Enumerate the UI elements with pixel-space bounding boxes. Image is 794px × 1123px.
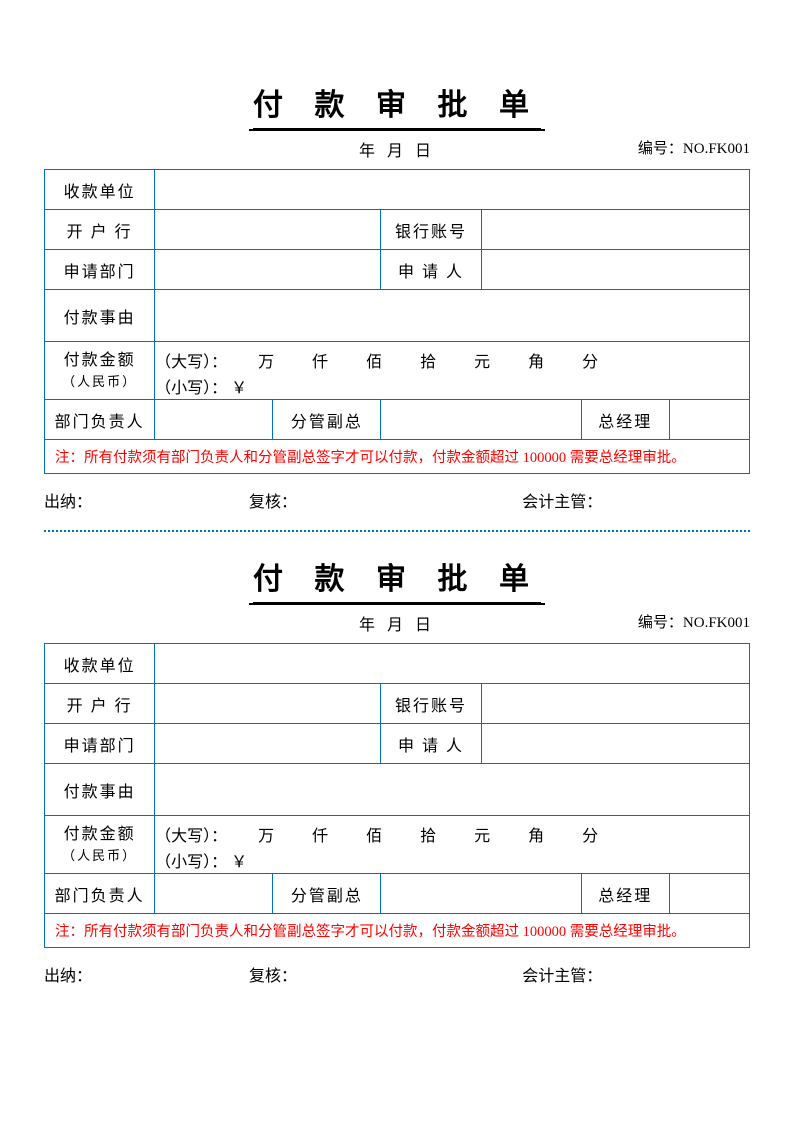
reason-label: 付款事由	[45, 764, 155, 816]
bank-field[interactable]	[155, 210, 381, 250]
unit-shi: 拾	[401, 822, 455, 846]
unit-shi: 拾	[401, 348, 455, 372]
unit-qian: 仟	[293, 348, 347, 372]
unit-fen: 分	[563, 822, 617, 846]
reason-field[interactable]	[155, 764, 750, 816]
applicant-field[interactable]	[481, 250, 749, 290]
payee-field[interactable]	[155, 170, 750, 210]
payee-field[interactable]	[155, 644, 750, 684]
serial-label: 编号：	[638, 141, 683, 157]
reviewer-label: 复核：	[249, 488, 522, 512]
unit-qian: 仟	[293, 822, 347, 846]
amount-upper-prefix: （大写）：	[155, 822, 239, 846]
amount-label-sub: （人民币）	[62, 847, 137, 865]
footer-row: 出纳： 复核： 会计主管：	[44, 962, 750, 986]
unit-bai: 佰	[347, 822, 401, 846]
reviewer-label: 复核：	[249, 962, 522, 986]
approver1-field[interactable]	[155, 874, 273, 914]
serial-number: 编号：NO.FK001	[638, 137, 750, 158]
supervisor-label: 会计主管：	[522, 488, 750, 512]
unit-yuan: 元	[455, 822, 509, 846]
approver2-label: 分管副总	[273, 400, 381, 440]
approver2-field[interactable]	[381, 400, 581, 440]
unit-jiao: 角	[509, 348, 563, 372]
bank-acct-label: 银行账号	[381, 210, 481, 250]
bank-label: 开 户 行	[45, 684, 155, 724]
bank-label: 开 户 行	[45, 210, 155, 250]
approver2-field[interactable]	[381, 874, 581, 914]
unit-wan: 万	[239, 348, 293, 372]
serial-value: NO.FK001	[683, 615, 750, 631]
applicant-label: 申 请 人	[381, 724, 481, 764]
approver3-field[interactable]	[669, 874, 749, 914]
cashier-label: 出纳：	[44, 962, 249, 986]
approver3-label: 总经理	[581, 874, 669, 914]
payee-label: 收款单位	[45, 644, 155, 684]
bank-field[interactable]	[155, 684, 381, 724]
approver1-label: 部门负责人	[45, 400, 155, 440]
amount-lower-prefix: （小写）： ￥	[155, 374, 247, 398]
payment-approval-slip: 付 款 审 批 单 年 月 日 编号：NO.FK001 收款单位	[44, 80, 750, 512]
amount-label-sub: （人民币）	[62, 373, 137, 391]
note-text: 注：所有付款须有部门负责人和分管副总签字才可以付款，付款金额超过 100000 …	[45, 914, 750, 948]
payee-label: 收款单位	[45, 170, 155, 210]
dept-field[interactable]	[155, 250, 381, 290]
amount-lower-prefix: （小写）： ￥	[155, 848, 247, 872]
applicant-label: 申 请 人	[381, 250, 481, 290]
approver1-label: 部门负责人	[45, 874, 155, 914]
approver1-field[interactable]	[155, 400, 273, 440]
approver3-label: 总经理	[581, 400, 669, 440]
approver3-field[interactable]	[669, 400, 749, 440]
unit-yuan: 元	[455, 348, 509, 372]
reason-label: 付款事由	[45, 290, 155, 342]
amount-field[interactable]: （大写）： 万 仟 佰 拾 元 角 分 （小写）： ￥	[155, 816, 750, 874]
dept-field[interactable]	[155, 724, 381, 764]
bank-acct-field[interactable]	[481, 210, 749, 250]
form-title: 付 款 审 批 单	[249, 554, 545, 605]
reason-field[interactable]	[155, 290, 750, 342]
serial-value: NO.FK001	[683, 141, 750, 157]
form-title: 付 款 审 批 单	[249, 80, 545, 131]
amount-upper-prefix: （大写）：	[155, 348, 239, 372]
serial-number: 编号：NO.FK001	[638, 611, 750, 632]
form-table: 收款单位 开 户 行 银行账号 申请部门 申 请 人 付款事由	[44, 169, 750, 474]
footer-row: 出纳： 复核： 会计主管：	[44, 488, 750, 512]
tear-line	[44, 530, 750, 532]
amount-label-main: 付款金额	[64, 824, 136, 846]
unit-bai: 佰	[347, 348, 401, 372]
cashier-label: 出纳：	[44, 488, 249, 512]
applicant-field[interactable]	[481, 724, 749, 764]
bank-acct-field[interactable]	[481, 684, 749, 724]
dept-label: 申请部门	[45, 724, 155, 764]
serial-label: 编号：	[638, 615, 683, 631]
form-table: 收款单位 开 户 行 银行账号 申请部门 申 请 人 付款事由	[44, 643, 750, 948]
unit-jiao: 角	[509, 822, 563, 846]
amount-label: 付款金额 （人民币）	[45, 816, 155, 874]
note-text: 注：所有付款须有部门负责人和分管副总签字才可以付款，付款金额超过 100000 …	[45, 440, 750, 474]
supervisor-label: 会计主管：	[522, 962, 750, 986]
bank-acct-label: 银行账号	[381, 684, 481, 724]
amount-field[interactable]: （大写）： 万 仟 佰 拾 元 角 分 （小写）： ￥	[155, 342, 750, 400]
amount-label-main: 付款金额	[64, 350, 136, 372]
dept-label: 申请部门	[45, 250, 155, 290]
approver2-label: 分管副总	[273, 874, 381, 914]
amount-label: 付款金额 （人民币）	[45, 342, 155, 400]
payment-approval-slip-copy: 付 款 审 批 单 年 月 日 编号：NO.FK001 收款单位	[44, 554, 750, 986]
unit-wan: 万	[239, 822, 293, 846]
unit-fen: 分	[563, 348, 617, 372]
